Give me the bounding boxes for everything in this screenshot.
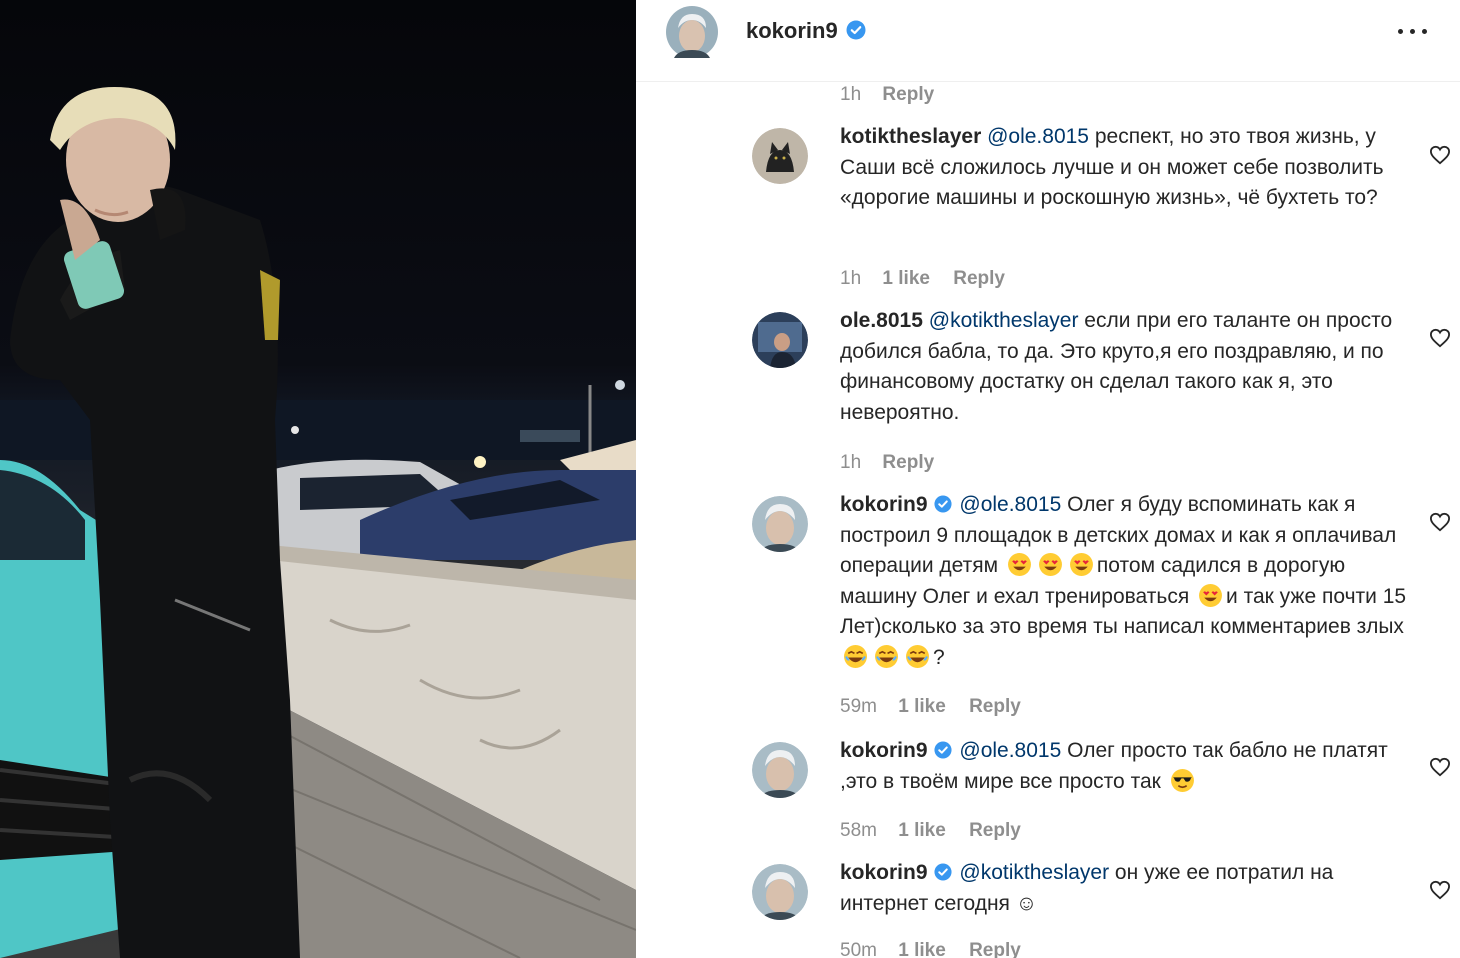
more-dot-icon [1410, 29, 1415, 34]
comment-text: kokorin9 @ole.8015 Олег я буду вспоминат… [840, 490, 1410, 673]
reply-button[interactable]: Reply [969, 940, 1021, 958]
more-dot-icon [1398, 29, 1403, 34]
comment-likes[interactable]: 1 like [898, 820, 946, 841]
like-heart-icon[interactable] [1429, 880, 1451, 900]
comment-meta: 1h 1 like Reply [840, 268, 1005, 290]
comment-mention[interactable]: @ole.8015 [959, 739, 1061, 762]
comment-time: 58m [840, 820, 877, 841]
comment-text: kokorin9 @ole.8015 Олег просто так бабло… [840, 736, 1410, 797]
author-username[interactable]: kokorin9 [746, 18, 838, 44]
comment-message: если при его таланте он просто добился б… [840, 309, 1393, 424]
comment-mention[interactable]: @kotiktheslayer [929, 309, 1079, 332]
like-heart-icon[interactable] [1429, 512, 1451, 532]
heart-eyes-emoji-icon [1007, 553, 1031, 576]
comment-username[interactable]: kokorin9 [840, 739, 928, 762]
laughing-emoji-icon [844, 644, 867, 668]
previous-comment-meta: 1h Reply [840, 84, 934, 106]
comment-likes[interactable]: 1 like [898, 696, 946, 717]
photo-illustration [0, 87, 636, 958]
author-avatar[interactable] [666, 6, 718, 58]
comment-text: kokorin9 @kotiktheslayer он уже ее потра… [840, 858, 1410, 919]
comment-time: 59m [840, 696, 877, 717]
laughing-emoji-icon [875, 644, 898, 668]
post-header: kokorin9 [636, 0, 1460, 82]
reply-button[interactable]: Reply [953, 268, 1005, 289]
comment-username[interactable]: kotiktheslayer [840, 125, 981, 148]
commenter-avatar[interactable] [752, 312, 808, 368]
laughing-emoji-icon [906, 644, 929, 668]
comment-meta: 59m 1 like Reply [840, 696, 1021, 718]
comment-username[interactable]: ole.8015 [840, 309, 923, 332]
heart-eyes-emoji-icon [1038, 553, 1062, 576]
comment-time: 1h [840, 452, 862, 473]
reply-button[interactable]: Reply [969, 820, 1021, 841]
like-heart-icon[interactable] [1429, 328, 1451, 348]
comment-meta: 58m 1 like Reply [840, 820, 1021, 842]
verified-badge-icon [846, 20, 866, 40]
comment-time: 50m [840, 940, 877, 958]
post-photo [0, 0, 636, 958]
reply-button[interactable]: Reply [882, 84, 934, 105]
comment-message: ? [933, 645, 945, 669]
commenter-avatar[interactable] [752, 496, 808, 552]
more-options-button[interactable] [1396, 22, 1430, 42]
comment-likes[interactable]: 1 like [898, 940, 946, 958]
commenter-avatar[interactable] [752, 742, 808, 798]
comments-panel: kokorin9 1h Reply kotiktheslayer @ole.80… [636, 0, 1460, 958]
heart-eyes-emoji-icon [1069, 553, 1093, 576]
commenter-avatar[interactable] [752, 864, 808, 920]
heart-eyes-emoji-icon [1199, 583, 1222, 607]
comment-mention[interactable]: @kotiktheslayer [959, 861, 1109, 884]
comment-likes[interactable]: 1 like [882, 268, 930, 289]
commenter-avatar[interactable] [752, 128, 808, 184]
reply-button[interactable]: Reply [969, 696, 1021, 717]
comment-mention[interactable]: @ole.8015 [987, 125, 1089, 148]
comment-time: 1h [840, 268, 862, 289]
comment-mention[interactable]: @ole.8015 [959, 493, 1061, 516]
verified-badge-icon [933, 741, 952, 759]
comment-username[interactable]: kokorin9 [840, 861, 928, 884]
like-heart-icon[interactable] [1429, 757, 1451, 777]
comment-username[interactable]: kokorin9 [840, 493, 928, 516]
comment-text: ole.8015 @kotiktheslayer если при его та… [840, 306, 1410, 428]
comment-meta: 1h Reply [840, 452, 934, 474]
sunglasses-emoji-icon [1170, 768, 1194, 792]
verified-badge-icon [933, 495, 952, 513]
verified-badge-icon [933, 863, 952, 881]
comment-text: kotiktheslayer @ole.8015 респект, но это… [840, 122, 1410, 214]
more-dot-icon [1422, 29, 1427, 34]
reply-button[interactable]: Reply [882, 452, 934, 473]
like-heart-icon[interactable] [1429, 145, 1451, 165]
comment-meta: 50m 1 like Reply [840, 940, 1021, 958]
comment-time: 1h [840, 84, 862, 105]
